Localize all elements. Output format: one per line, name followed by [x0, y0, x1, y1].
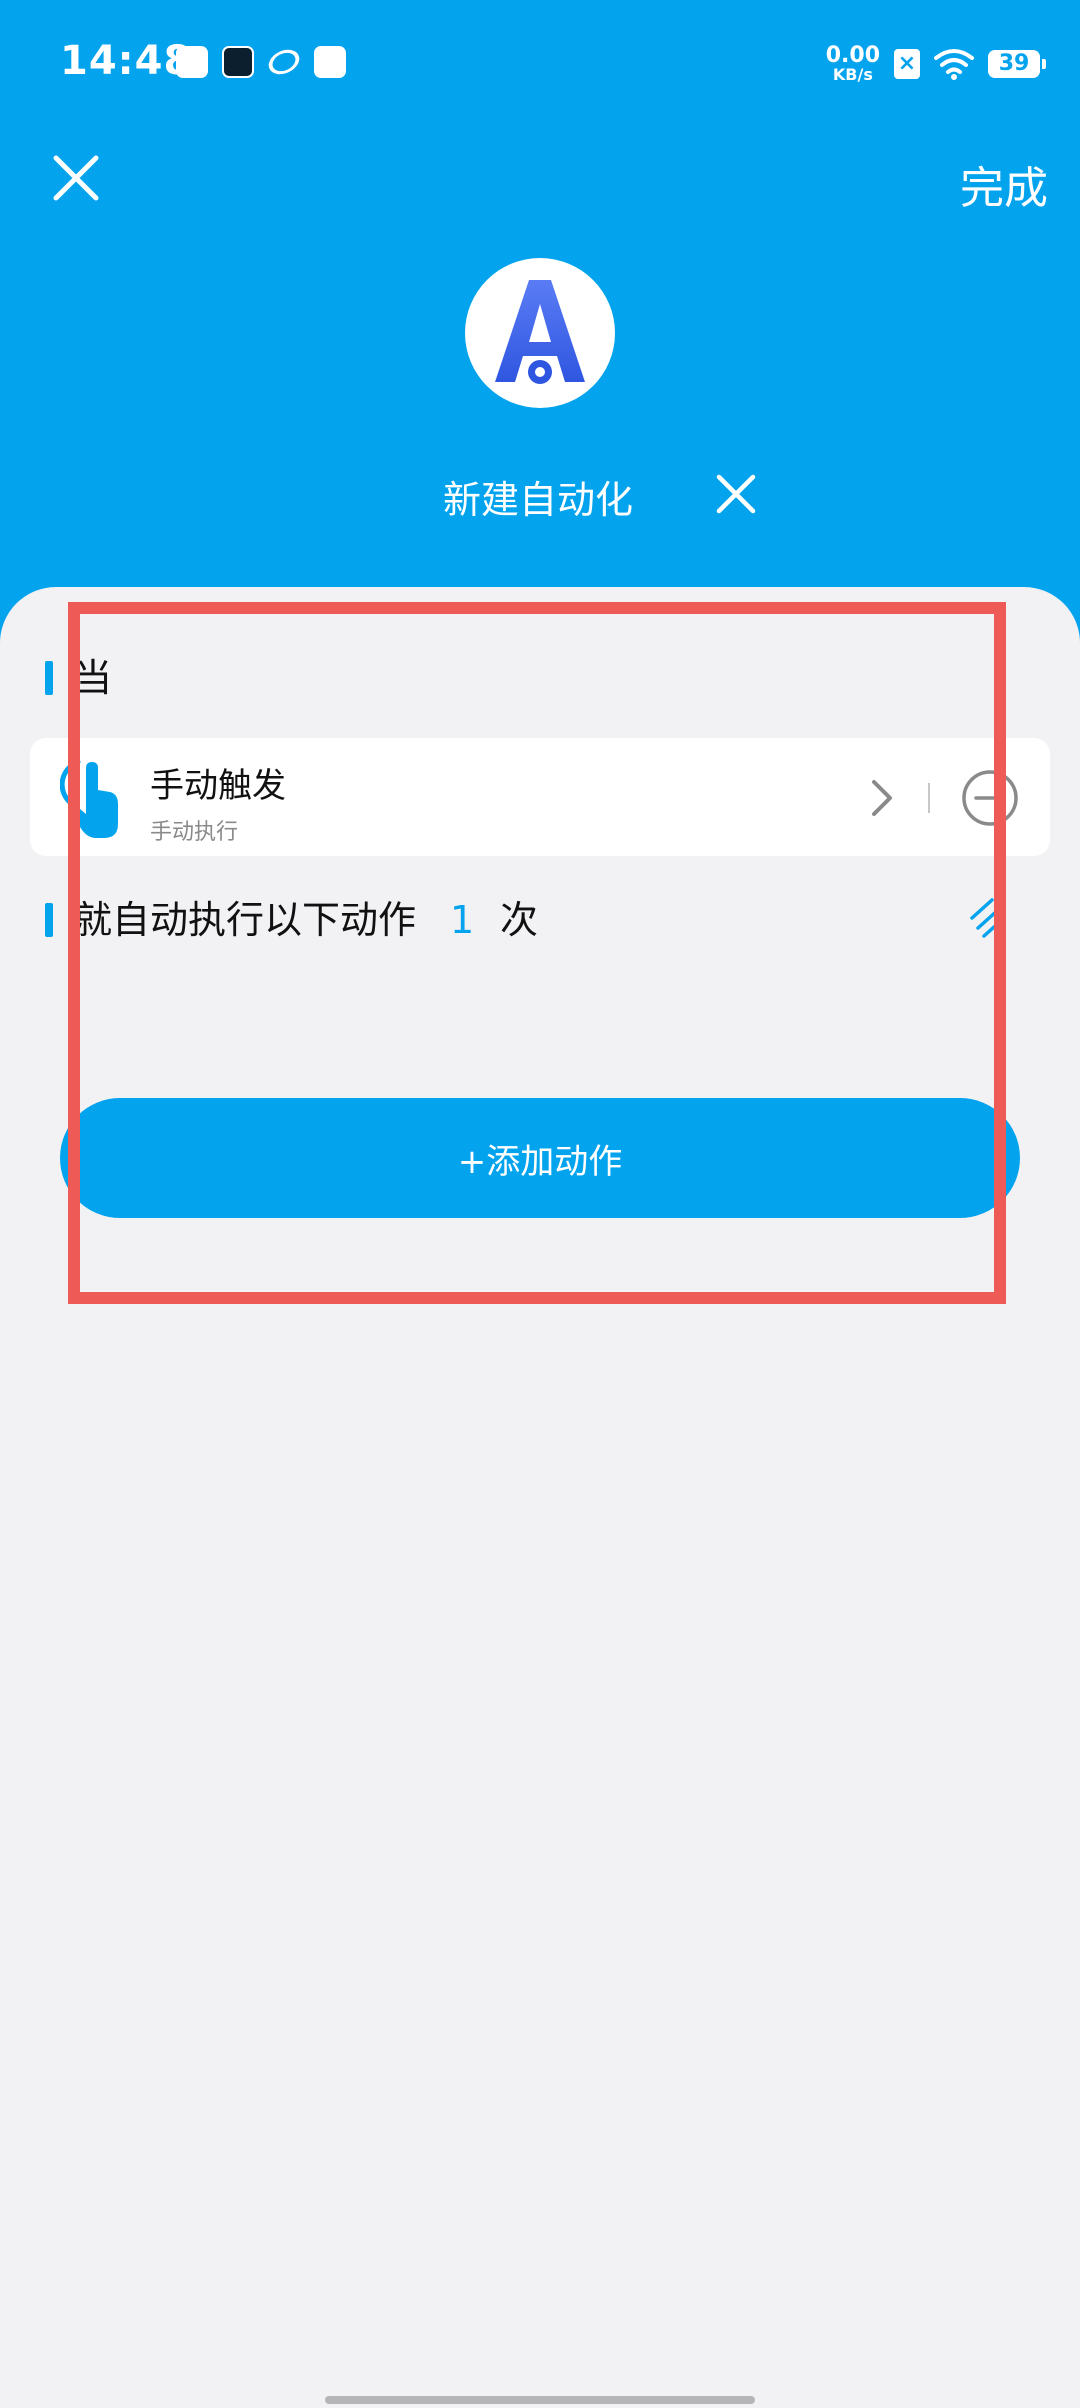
- net-speed-unit: KB/s: [832, 65, 873, 84]
- content-panel: [0, 587, 1080, 2408]
- trigger-title: 手动触发: [150, 766, 286, 806]
- clear-title-icon[interactable]: [716, 474, 756, 514]
- net-speed: 0.00 KB/s: [826, 45, 880, 83]
- wifi-icon: [934, 48, 974, 80]
- notif-app-2-icon: [222, 46, 254, 78]
- status-right: 0.00 KB/s × 39: [826, 42, 1046, 86]
- automation-app-icon[interactable]: [465, 258, 615, 408]
- remove-trigger-icon[interactable]: [960, 768, 1020, 828]
- add-action-button[interactable]: +添加动作: [60, 1098, 1020, 1218]
- header: 14:48 0.00 KB/s × 39 完成 新建自动化: [0, 0, 1080, 650]
- sim-x-icon: ×: [894, 49, 920, 79]
- home-indicator[interactable]: [325, 2396, 755, 2404]
- notif-app-4-icon: [314, 46, 346, 78]
- section-marker: [45, 903, 53, 937]
- notif-app-1-icon: [176, 46, 208, 78]
- trigger-subtitle: 手动执行: [150, 820, 239, 845]
- notification-icons: [176, 45, 346, 82]
- done-button[interactable]: 完成: [960, 152, 1048, 216]
- section-marker: [45, 661, 53, 695]
- action-section-heading: 就自动执行以下动作: [74, 898, 417, 942]
- status-time: 14:48: [60, 38, 193, 84]
- title-row: 新建自动化: [0, 470, 1080, 530]
- collapse-icon[interactable]: [968, 896, 1012, 940]
- status-bar: 14:48 0.00 KB/s × 39: [0, 0, 1080, 128]
- net-speed-value: 0.00: [825, 43, 880, 68]
- page-title[interactable]: 新建自动化: [443, 470, 633, 530]
- close-icon[interactable]: [48, 150, 104, 206]
- notif-app-3-icon: [264, 45, 304, 79]
- repeat-count[interactable]: 1: [450, 898, 474, 942]
- battery-icon: 39: [988, 50, 1046, 78]
- repeat-unit: 次: [500, 898, 539, 942]
- divider: [928, 783, 930, 813]
- hand-tap-icon: [59, 758, 140, 842]
- chevron-right-icon[interactable]: [858, 774, 906, 822]
- trigger-card[interactable]: 手动触发 手动执行: [30, 738, 1050, 856]
- trigger-section-heading: 当: [74, 656, 113, 700]
